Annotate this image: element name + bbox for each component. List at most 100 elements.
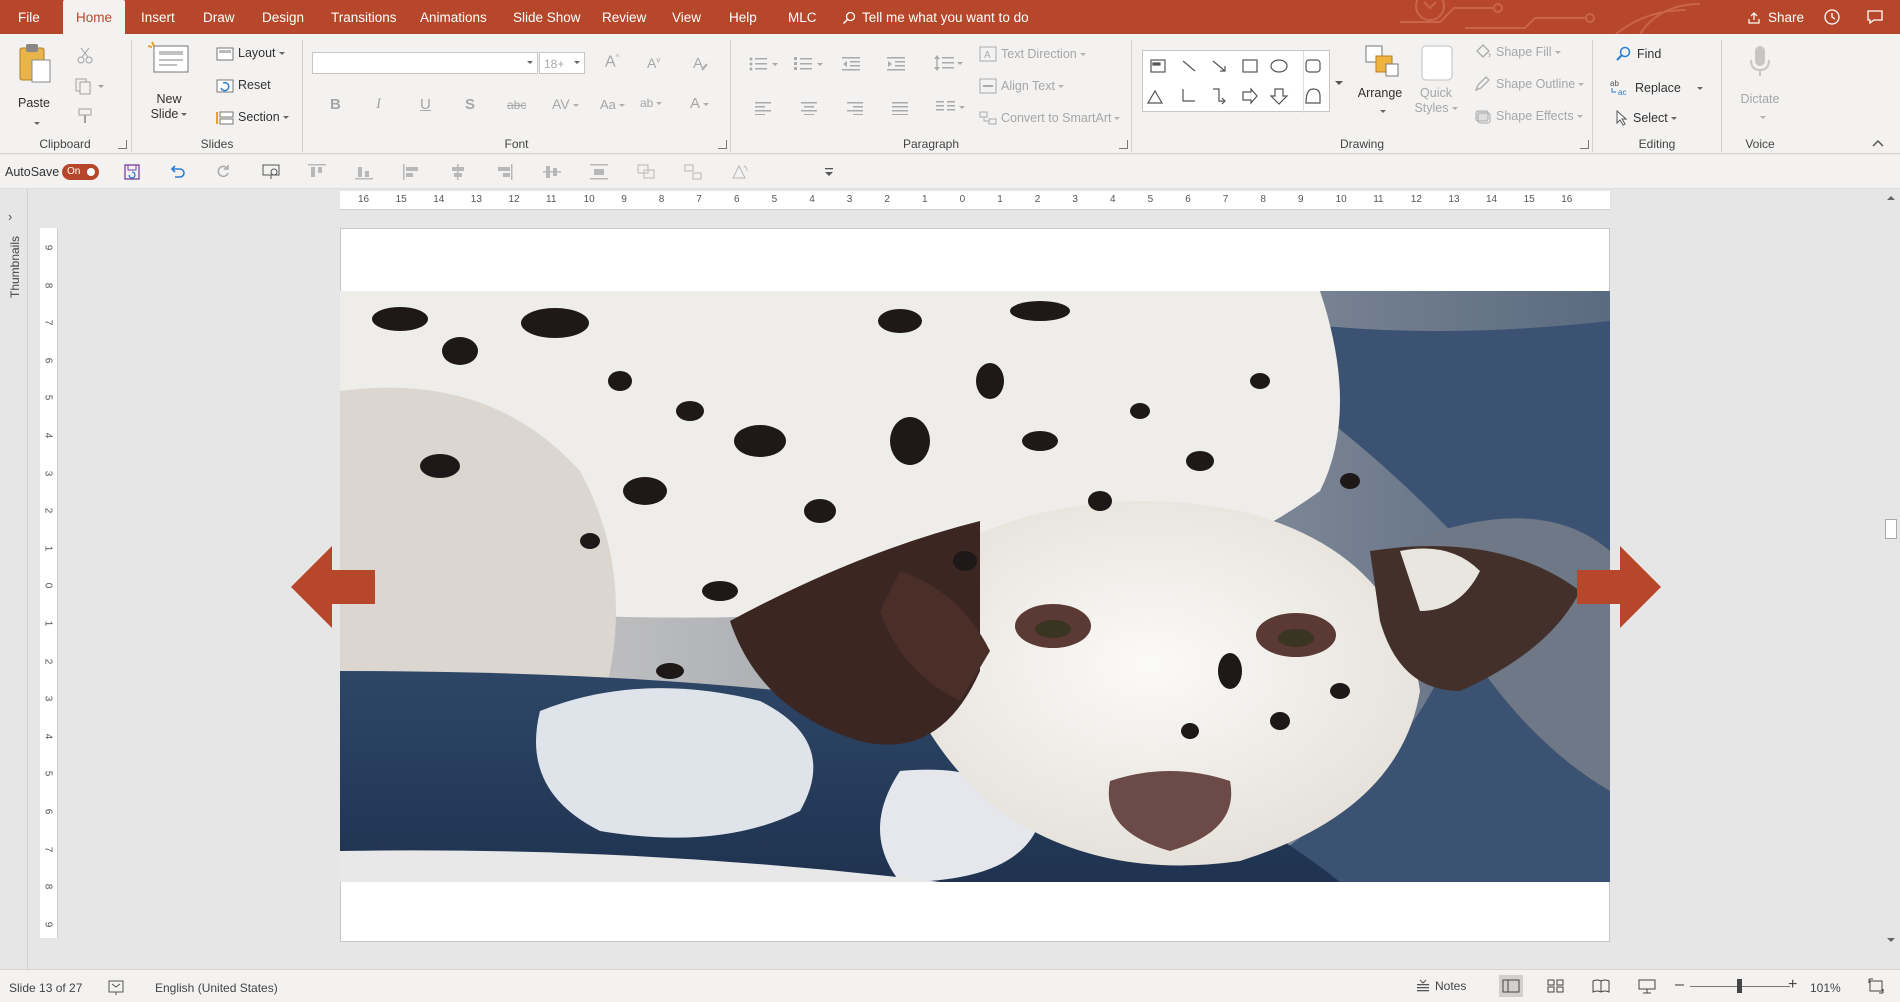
- notes-button[interactable]: Notes: [1416, 979, 1466, 993]
- arrange-button[interactable]: Arrange: [1356, 42, 1404, 128]
- shape-effects-button[interactable]: Shape Effects: [1474, 108, 1583, 124]
- find-button[interactable]: Find: [1615, 46, 1661, 62]
- align-right-icon[interactable]: [847, 101, 863, 115]
- normal-view-button[interactable]: [1499, 975, 1523, 997]
- justify-icon[interactable]: [892, 101, 908, 115]
- scroll-thumb[interactable]: [1885, 519, 1897, 539]
- convert-smartart-button[interactable]: Convert to SmartArt: [979, 110, 1121, 126]
- freeform-shape-icon[interactable]: [1305, 88, 1321, 104]
- language-indicator[interactable]: English (United States): [155, 981, 278, 995]
- save-icon[interactable]: [123, 163, 141, 181]
- tab-home[interactable]: Home: [63, 0, 125, 34]
- increase-font-size-icon[interactable]: A^: [605, 53, 619, 71]
- font-launcher-icon[interactable]: [718, 140, 727, 149]
- previous-slide-arrow[interactable]: [291, 546, 376, 628]
- shapes-gallery-more-icon[interactable]: [1333, 74, 1345, 90]
- text-box-shape-icon[interactable]: [1150, 59, 1166, 73]
- align-left-icon[interactable]: [755, 101, 771, 115]
- paste-button[interactable]: Paste: [14, 42, 54, 126]
- share-button[interactable]: Share: [1747, 0, 1804, 34]
- rotate-icon[interactable]: [731, 164, 749, 180]
- tab-view[interactable]: View: [672, 0, 701, 34]
- slide-sorter-icon[interactable]: [1547, 979, 1565, 993]
- tab-slide-show[interactable]: Slide Show: [513, 0, 581, 34]
- tab-design[interactable]: Design: [262, 0, 304, 34]
- select-button[interactable]: Select: [1615, 109, 1677, 126]
- elbow-arrow-connector-icon[interactable]: [1213, 88, 1226, 105]
- font-name-input[interactable]: [312, 52, 538, 74]
- tab-animations[interactable]: Animations: [420, 0, 487, 34]
- down-arrow-shape-icon[interactable]: [1269, 88, 1289, 105]
- present-from-beginning-icon[interactable]: [262, 163, 282, 181]
- thumbnails-label[interactable]: Thumbnails: [8, 236, 22, 298]
- autosave-toggle[interactable]: On: [62, 164, 99, 180]
- align-middle-icon[interactable]: [543, 164, 561, 180]
- group-objects-icon[interactable]: [637, 164, 655, 180]
- rectangle-shape-icon[interactable]: [1242, 59, 1258, 73]
- ungroup-objects-icon[interactable]: [684, 164, 702, 180]
- align-text-button[interactable]: Align Text: [979, 78, 1064, 94]
- font-size-dropdown-icon[interactable]: [574, 61, 580, 64]
- tab-mlc[interactable]: MLC: [788, 0, 817, 34]
- slide-show-icon[interactable]: [1638, 978, 1656, 994]
- undo-icon[interactable]: [168, 163, 186, 181]
- zoom-in-icon[interactable]: +: [1788, 976, 1797, 994]
- increase-indent-icon[interactable]: [887, 56, 907, 72]
- arrow-line-shape-icon[interactable]: [1212, 60, 1226, 72]
- shape-outline-button[interactable]: Shape Outline: [1474, 76, 1585, 92]
- section-button[interactable]: Section: [216, 110, 289, 125]
- tab-transitions[interactable]: Transitions: [331, 0, 397, 34]
- rounded-rectangle-shape-icon[interactable]: [1305, 59, 1321, 73]
- customize-qat-icon[interactable]: [824, 166, 834, 178]
- zoom-slider-thumb[interactable]: [1737, 979, 1742, 993]
- zoom-out-icon[interactable]: –: [1675, 976, 1684, 994]
- tab-insert[interactable]: Insert: [141, 0, 175, 34]
- align-objects-left-icon[interactable]: [402, 164, 420, 180]
- bullets-icon[interactable]: [749, 56, 779, 72]
- zoom-level[interactable]: 101%: [1810, 981, 1841, 995]
- bold-icon[interactable]: B: [330, 96, 341, 113]
- dalmatian-photo[interactable]: [340, 291, 1610, 882]
- change-case-icon[interactable]: Aa: [600, 97, 625, 112]
- accessibility-check-icon[interactable]: [108, 979, 126, 995]
- tab-draw[interactable]: Draw: [203, 0, 235, 34]
- clear-formatting-icon[interactable]: A: [691, 54, 711, 72]
- next-slide-arrow[interactable]: [1576, 546, 1661, 628]
- collapse-ribbon-icon[interactable]: [1871, 138, 1885, 148]
- character-spacing-icon[interactable]: AV: [552, 96, 579, 112]
- vertical-scrollbar[interactable]: [1882, 191, 1900, 947]
- paragraph-launcher-icon[interactable]: [1119, 140, 1128, 149]
- shape-fill-button[interactable]: Shape Fill: [1474, 44, 1561, 60]
- decrease-font-size-icon[interactable]: Av: [647, 55, 660, 71]
- distribute-vertically-icon[interactable]: [590, 164, 608, 180]
- repeat-icon[interactable]: [214, 163, 232, 181]
- quick-styles-button[interactable]: Quick Styles: [1412, 42, 1460, 128]
- tab-review[interactable]: Review: [602, 0, 646, 34]
- font-color-icon[interactable]: A: [690, 95, 710, 112]
- format-painter-icon[interactable]: [76, 107, 94, 125]
- replace-button[interactable]: ab ac Replace: [1609, 78, 1703, 97]
- history-icon[interactable]: [1823, 8, 1841, 26]
- highlight-color-icon[interactable]: ab: [640, 96, 663, 110]
- copy-icon[interactable]: [74, 77, 104, 95]
- expand-thumbnails-icon[interactable]: ›: [8, 209, 12, 224]
- tab-help[interactable]: Help: [729, 0, 757, 34]
- italic-icon[interactable]: I: [376, 96, 381, 113]
- tell-me-search[interactable]: Tell me what you want to do: [842, 0, 1029, 34]
- right-arrow-shape-icon[interactable]: [1242, 87, 1258, 105]
- tab-file[interactable]: File: [18, 0, 40, 34]
- triangle-shape-icon[interactable]: [1147, 89, 1164, 104]
- reading-view-icon[interactable]: [1592, 979, 1610, 993]
- fit-slide-icon[interactable]: [1868, 978, 1884, 994]
- strikethrough-icon[interactable]: abc: [507, 98, 526, 112]
- text-direction-button[interactable]: A Text Direction: [979, 46, 1086, 62]
- font-size-input[interactable]: 18+: [539, 52, 585, 74]
- align-objects-right-icon[interactable]: [496, 164, 514, 180]
- new-slide-button[interactable]: New Slide: [146, 40, 192, 124]
- line-spacing-icon[interactable]: [934, 54, 964, 72]
- slide-count[interactable]: Slide 13 of 27: [9, 981, 82, 995]
- dictate-button[interactable]: Dictate: [1738, 42, 1782, 126]
- comments-icon[interactable]: [1866, 8, 1884, 26]
- align-top-icon[interactable]: [308, 164, 326, 180]
- oval-shape-icon[interactable]: [1270, 59, 1288, 73]
